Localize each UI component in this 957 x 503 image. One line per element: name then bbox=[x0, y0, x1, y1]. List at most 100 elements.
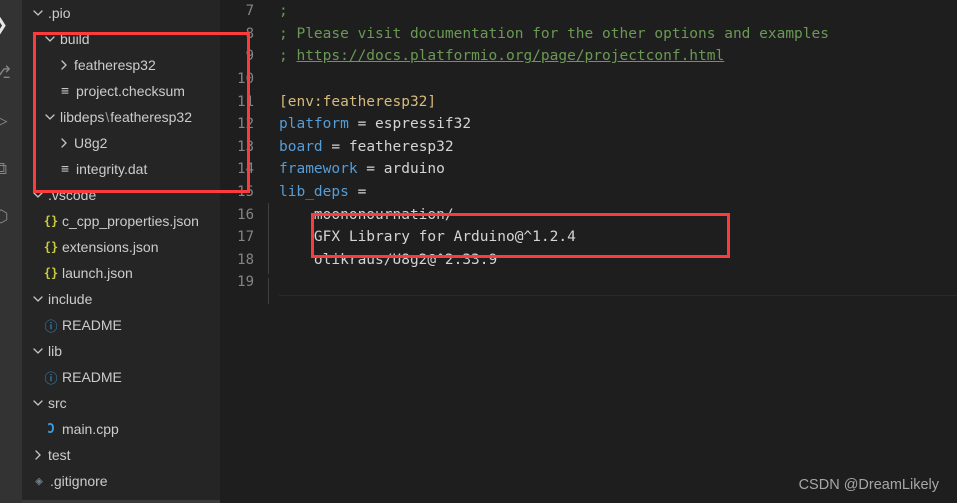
code-text[interactable]: olikraus/U8g2@^2.33.9 bbox=[268, 247, 497, 274]
code-text[interactable]: board = featheresp32 bbox=[268, 139, 454, 155]
tree-item-integrity-dat[interactable]: ≡ integrity.dat bbox=[22, 156, 220, 182]
code-text[interactable]: moononournation/ bbox=[268, 202, 454, 229]
json-file-icon: {} bbox=[43, 266, 59, 280]
tree-item-label: integrity.dat bbox=[76, 161, 148, 177]
file-tree[interactable]: .pio build featheresp32 ≡ project.checksum li… bbox=[22, 0, 220, 494]
tree-item-label: README bbox=[62, 317, 122, 333]
code-line-15[interactable]: 15 lib_deps = bbox=[220, 181, 957, 204]
tree-item--pio[interactable]: .pio bbox=[22, 0, 220, 26]
code-token-key: platform bbox=[279, 116, 349, 133]
code-line-16[interactable]: 16 moononournation/ bbox=[220, 202, 957, 229]
tree-item-libdeps[interactable]: libdeps\featheresp32 bbox=[22, 104, 220, 130]
code-token-key: framework bbox=[279, 161, 358, 178]
editor-horizontal-scrollbar[interactable] bbox=[279, 295, 957, 296]
line-number: 10 bbox=[237, 71, 254, 88]
tree-item-featheresp32[interactable]: featheresp32 bbox=[22, 52, 220, 78]
code-line-14[interactable]: 14 framework = arduino bbox=[220, 158, 957, 181]
tree-item-label: .vscode bbox=[48, 187, 97, 203]
explorer-sidebar[interactable]: .pio build featheresp32 ≡ project.checksum li… bbox=[22, 0, 220, 503]
chevron-down-icon[interactable] bbox=[42, 104, 58, 130]
tree-item-label: src bbox=[48, 395, 67, 411]
explorer-icon[interactable]: ❯ bbox=[0, 14, 12, 36]
chevron-down-icon[interactable] bbox=[30, 286, 46, 312]
tree-item-main-cpp[interactable]: Ɔmain.cpp bbox=[22, 416, 220, 442]
tree-item-label: featheresp32 bbox=[74, 57, 156, 73]
code-line-7[interactable]: 7; bbox=[220, 0, 957, 23]
line-number: 8 bbox=[245, 25, 254, 42]
code-line-17[interactable]: 17 GFX Library for Arduino@^1.2.4 bbox=[220, 225, 957, 252]
code-line-13[interactable]: 13 board = featheresp32 bbox=[220, 136, 957, 159]
vscode-window: ❯ ⎇ ▷ ⧉ ⬡ .pio build featheresp32 ≡ project.chec… bbox=[0, 0, 957, 503]
tree-item-label: c_cpp_properties.json bbox=[62, 213, 199, 229]
code-text[interactable]: GFX Library for Arduino@^1.2.4 bbox=[268, 225, 576, 252]
indent-guide bbox=[268, 278, 269, 305]
code-text[interactable]: ; https://docs.platformio.org/page/proje… bbox=[268, 48, 724, 64]
git-file-icon: ◈ bbox=[35, 473, 43, 489]
chevron-down-icon[interactable] bbox=[30, 338, 46, 364]
code-token-plain: moononournation/ bbox=[279, 206, 454, 223]
code-line-12[interactable]: 12 platform = espressif32 bbox=[220, 113, 957, 136]
code-token-val: espressif32 bbox=[375, 116, 472, 133]
tree-item-c-cpp-properties-json[interactable]: {} c_cpp_properties.json bbox=[22, 208, 220, 234]
line-number: 12 bbox=[237, 116, 254, 133]
code-token-val: arduino bbox=[383, 161, 445, 178]
json-file-icon: {} bbox=[43, 240, 59, 254]
tree-item-lib[interactable]: lib bbox=[22, 338, 220, 364]
chevron-down-icon[interactable] bbox=[42, 26, 58, 52]
tree-item-label: .pio bbox=[48, 5, 71, 21]
tree-item--vscode[interactable]: .vscode bbox=[22, 182, 220, 208]
code-line-8[interactable]: 8 ; Please visit documentation for the ot… bbox=[220, 23, 957, 46]
tree-item-readme[interactable]: ⓘ README bbox=[22, 364, 220, 390]
tree-item-test[interactable]: test bbox=[22, 442, 220, 468]
line-number: 15 bbox=[237, 184, 254, 201]
code-token-link[interactable]: https://docs.platformio.org/page/project… bbox=[296, 48, 724, 64]
code-text[interactable]: [env:featheresp32] bbox=[268, 94, 436, 110]
tree-item-launch-json[interactable]: {} launch.json bbox=[22, 260, 220, 286]
watermark-text: CSDN @DreamLikely bbox=[798, 477, 939, 493]
source-control-icon[interactable]: ⎇ bbox=[0, 62, 12, 84]
code-text[interactable]: ; bbox=[268, 3, 288, 19]
line-number: 16 bbox=[237, 206, 254, 223]
extensions-icon[interactable]: ⧉ bbox=[0, 158, 12, 180]
tree-item-extensions-json[interactable]: {} extensions.json bbox=[22, 234, 220, 260]
tree-item-readme[interactable]: ⓘ README bbox=[22, 312, 220, 338]
chevron-down-icon[interactable] bbox=[30, 390, 46, 416]
tree-item-label: extensions.json bbox=[62, 239, 159, 255]
code-text[interactable]: lib_deps = bbox=[268, 184, 366, 200]
chevron-right-icon[interactable] bbox=[30, 442, 46, 468]
tree-item-src[interactable]: src bbox=[22, 390, 220, 416]
tree-item-label: include bbox=[48, 291, 93, 307]
code-token-key: lib_deps bbox=[279, 184, 349, 201]
code-text[interactable]: platform = espressif32 bbox=[268, 116, 471, 132]
line-number: 14 bbox=[237, 161, 254, 178]
code-line-18[interactable]: 18 olikraus/U8g2@^2.33.9 bbox=[220, 247, 957, 274]
code-line-10[interactable]: 10 bbox=[220, 68, 957, 91]
tree-item-build[interactable]: build bbox=[22, 26, 220, 52]
platformio-icon[interactable]: ⬡ bbox=[0, 206, 12, 228]
code-line-19[interactable]: 19 bbox=[220, 271, 957, 305]
line-number: 7 bbox=[245, 3, 254, 20]
tree-item--gitignore[interactable]: ◈ .gitignore bbox=[22, 468, 220, 494]
tree-item-include[interactable]: include bbox=[22, 286, 220, 312]
tree-item-project-checksum[interactable]: ≡ project.checksum bbox=[22, 78, 220, 104]
info-file-icon: ⓘ bbox=[44, 371, 58, 387]
code-text[interactable]: ; Please visit documentation for the oth… bbox=[268, 26, 829, 42]
debug-icon[interactable]: ▷ bbox=[0, 110, 12, 132]
code-editor[interactable]: 7; 8 ; Please visit documentation for the … bbox=[220, 0, 957, 503]
line-number: 19 bbox=[237, 274, 254, 291]
code-token-op: = bbox=[322, 138, 349, 155]
code-token-plain: GFX Library for Arduino@^1.2.4 bbox=[279, 229, 576, 246]
code-lines[interactable]: 7; 8 ; Please visit documentation for the … bbox=[220, 0, 957, 305]
chevron-down-icon[interactable] bbox=[30, 0, 46, 26]
code-text[interactable]: framework = arduino bbox=[268, 161, 445, 177]
chevron-right-icon[interactable] bbox=[56, 130, 72, 156]
tree-item-u8g2[interactable]: U8g2 bbox=[22, 130, 220, 156]
chevron-down-icon[interactable] bbox=[30, 182, 46, 208]
activity-bar: ❯ ⎇ ▷ ⧉ ⬡ bbox=[0, 0, 22, 503]
lines-file-icon: ≡ bbox=[61, 161, 69, 177]
chevron-right-icon[interactable] bbox=[56, 52, 72, 78]
code-line-9[interactable]: 9; https://docs.platformio.org/page/proj… bbox=[220, 45, 957, 68]
code-line-11[interactable]: 11 [env:featheresp32] bbox=[220, 90, 957, 113]
code-token-section: [env:featheresp32] bbox=[279, 93, 437, 110]
tree-item-label: test bbox=[48, 447, 71, 463]
